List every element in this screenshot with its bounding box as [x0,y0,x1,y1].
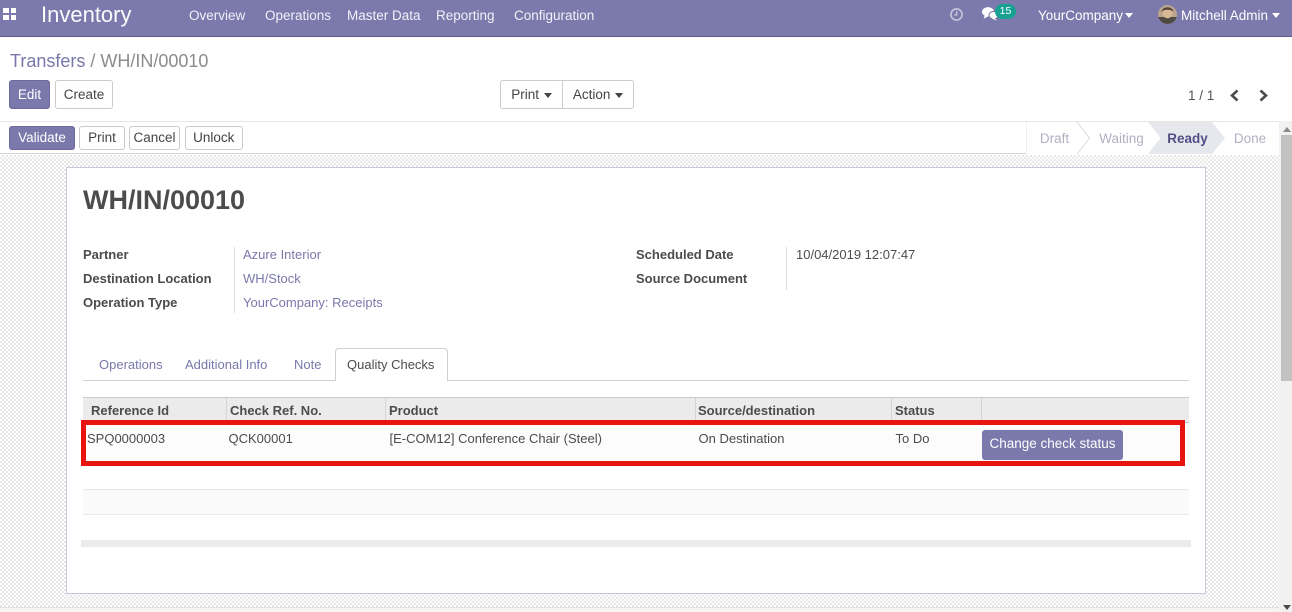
svg-text:Waiting: Waiting [1099,131,1144,146]
svg-text:Done: Done [1234,131,1266,146]
svg-text:Draft: Draft [1040,131,1070,146]
svg-text:Ready: Ready [1167,131,1208,146]
